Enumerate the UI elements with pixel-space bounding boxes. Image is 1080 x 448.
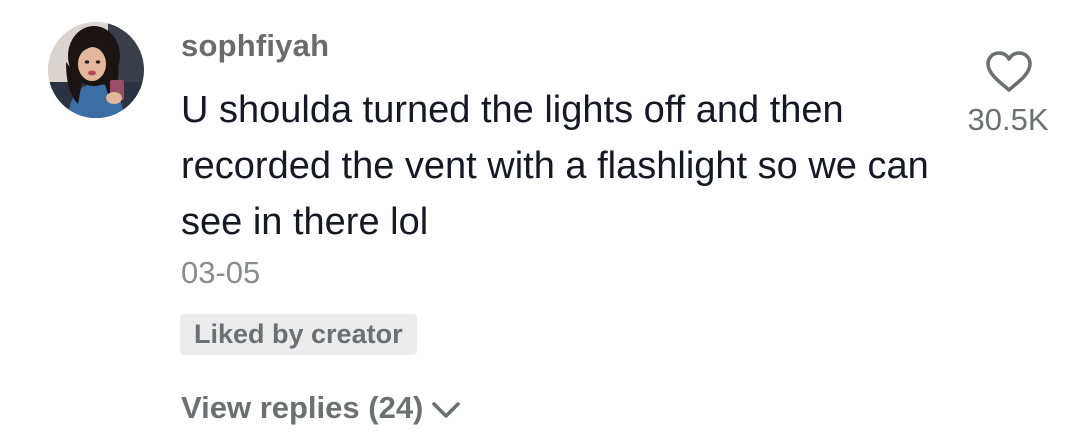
liked-by-creator-label: Liked by creator bbox=[194, 319, 403, 349]
avatar[interactable] bbox=[48, 22, 144, 118]
view-replies-button[interactable]: View replies (24) bbox=[181, 386, 461, 430]
like-button[interactable] bbox=[984, 50, 1034, 94]
username[interactable]: sophfiyah bbox=[181, 26, 329, 66]
comment-text: U shoulda turned the lights off and then… bbox=[181, 89, 929, 243]
view-replies-label: View replies (24) bbox=[181, 390, 424, 425]
avatar-photo bbox=[48, 22, 144, 118]
heart-outline-icon bbox=[986, 51, 1032, 92]
comment-date: 03-05 bbox=[181, 255, 261, 290]
like-count: 30.5K bbox=[967, 102, 1049, 137]
comment-item: sophfiyah U shoulda turned the lights of… bbox=[0, 0, 1080, 448]
chevron-down-icon bbox=[432, 402, 461, 418]
liked-by-creator-badge: Liked by creator bbox=[180, 314, 417, 355]
